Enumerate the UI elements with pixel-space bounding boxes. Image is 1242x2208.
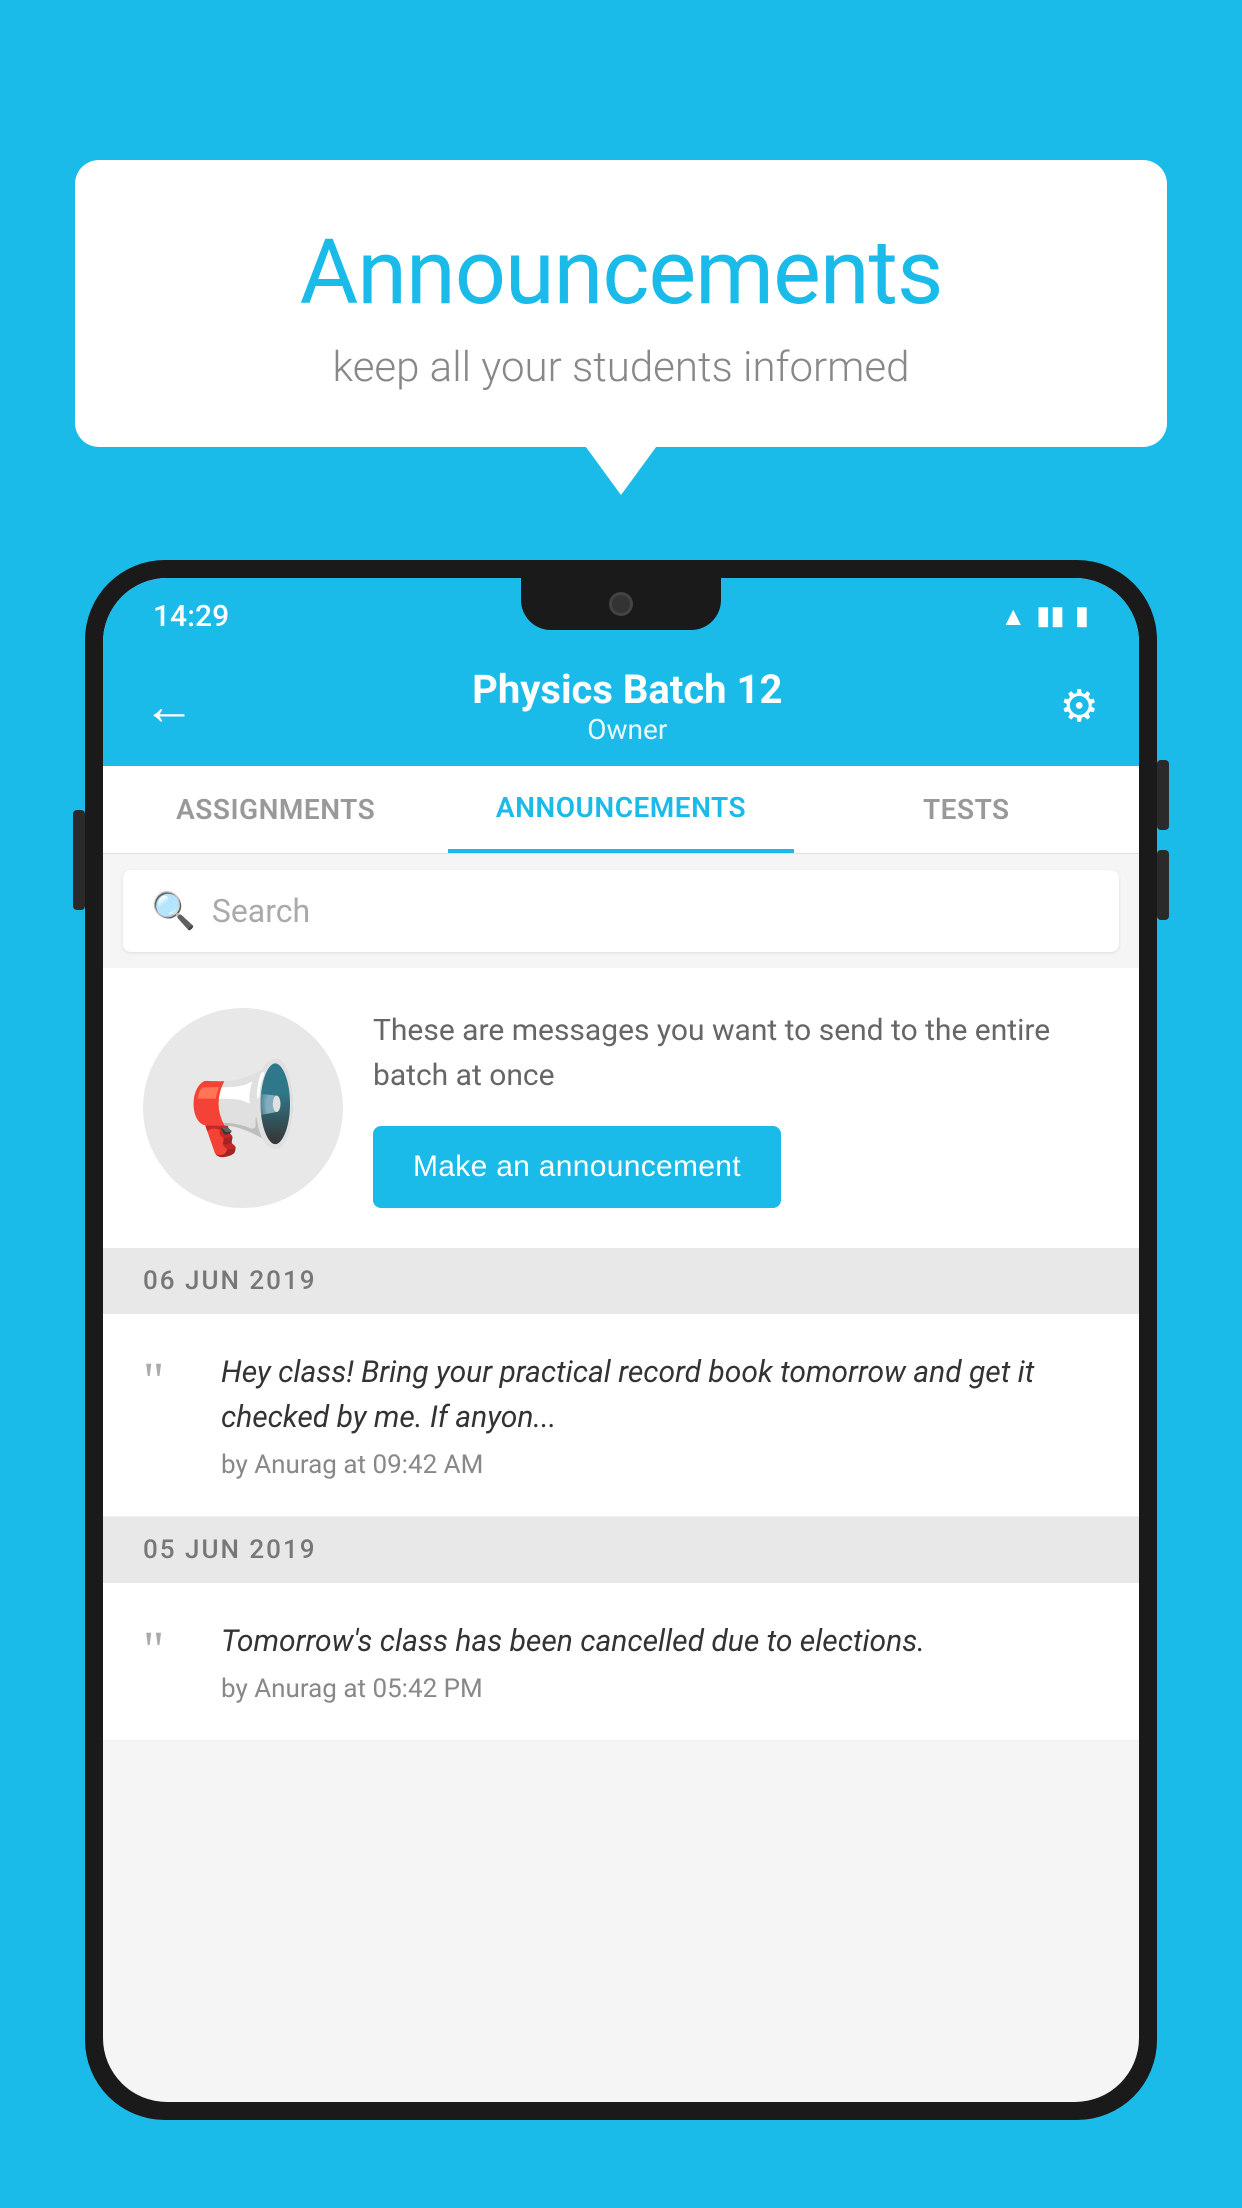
tab-assignments[interactable]: ASSIGNMENTS <box>103 766 448 853</box>
message-item-1: " Hey class! Bring your practical record… <box>103 1314 1139 1517</box>
front-camera <box>609 592 633 616</box>
search-bar[interactable]: 🔍 Search <box>123 870 1119 952</box>
phone-screen: 14:29 ▲ ▮▮ ▮ ← Physics Batch 12 Owner ⚙ <box>103 578 1139 2102</box>
message-text-1: Hey class! Bring your practical record b… <box>221 1350 1099 1440</box>
announce-icon-circle: 📢 <box>143 1008 343 1208</box>
message-content-1: Hey class! Bring your practical record b… <box>221 1350 1099 1480</box>
date-separator-2: 05 JUN 2019 <box>103 1517 1139 1583</box>
settings-icon[interactable]: ⚙ <box>1060 680 1099 732</box>
back-button[interactable]: ← <box>143 676 195 737</box>
power-button <box>73 810 85 910</box>
message-author-1: by Anurag at 09:42 AM <box>221 1450 1099 1480</box>
make-announcement-button[interactable]: Make an announcement <box>373 1126 781 1208</box>
announce-right: These are messages you want to send to t… <box>373 1008 1099 1208</box>
battery-icon: ▮ <box>1075 601 1089 631</box>
wifi-icon: ▲ <box>1000 601 1026 632</box>
tab-announcements[interactable]: ANNOUNCEMENTS <box>448 766 793 853</box>
volume-down-button <box>1157 850 1169 920</box>
speech-bubble-container: Announcements keep all your students inf… <box>75 160 1167 447</box>
app-bar-title-area: Physics Batch 12 Owner <box>195 666 1060 746</box>
app-bar-subtitle: Owner <box>195 713 1060 746</box>
phone-mockup: 14:29 ▲ ▮▮ ▮ ← Physics Batch 12 Owner ⚙ <box>85 560 1157 2208</box>
app-bar-title: Physics Batch 12 <box>195 666 1060 713</box>
message-author-2: by Anurag at 05:42 PM <box>221 1674 1099 1704</box>
tab-bar: ASSIGNMENTS ANNOUNCEMENTS TESTS <box>103 766 1139 854</box>
tab-tests[interactable]: TESTS <box>794 766 1139 853</box>
megaphone-icon: 📢 <box>187 1056 299 1161</box>
message-content-2: Tomorrow's class has been cancelled due … <box>221 1619 1099 1704</box>
speech-bubble: Announcements keep all your students inf… <box>75 160 1167 447</box>
quote-icon-2: " <box>143 1619 193 1677</box>
phone-outer-shell: 14:29 ▲ ▮▮ ▮ ← Physics Batch 12 Owner ⚙ <box>85 560 1157 2120</box>
content-area: 🔍 Search 📢 These are messages you want t… <box>103 854 1139 1741</box>
bubble-subtitle: keep all your students informed <box>115 343 1127 392</box>
date-separator-1: 06 JUN 2019 <box>103 1248 1139 1314</box>
bubble-title: Announcements <box>115 220 1127 325</box>
message-item-2: " Tomorrow's class has been cancelled du… <box>103 1583 1139 1741</box>
status-time: 14:29 <box>153 599 229 634</box>
volume-up-button <box>1157 760 1169 830</box>
message-text-2: Tomorrow's class has been cancelled due … <box>221 1619 1099 1664</box>
status-icons: ▲ ▮▮ ▮ <box>1000 601 1089 632</box>
announce-description: These are messages you want to send to t… <box>373 1008 1099 1098</box>
phone-notch <box>521 578 721 630</box>
app-bar: ← Physics Batch 12 Owner ⚙ <box>103 646 1139 766</box>
search-icon: 🔍 <box>151 890 196 932</box>
announcement-prompt: 📢 These are messages you want to send to… <box>103 968 1139 1248</box>
quote-icon-1: " <box>143 1350 193 1408</box>
signal-icon: ▮▮ <box>1036 601 1065 631</box>
search-placeholder: Search <box>212 892 310 930</box>
